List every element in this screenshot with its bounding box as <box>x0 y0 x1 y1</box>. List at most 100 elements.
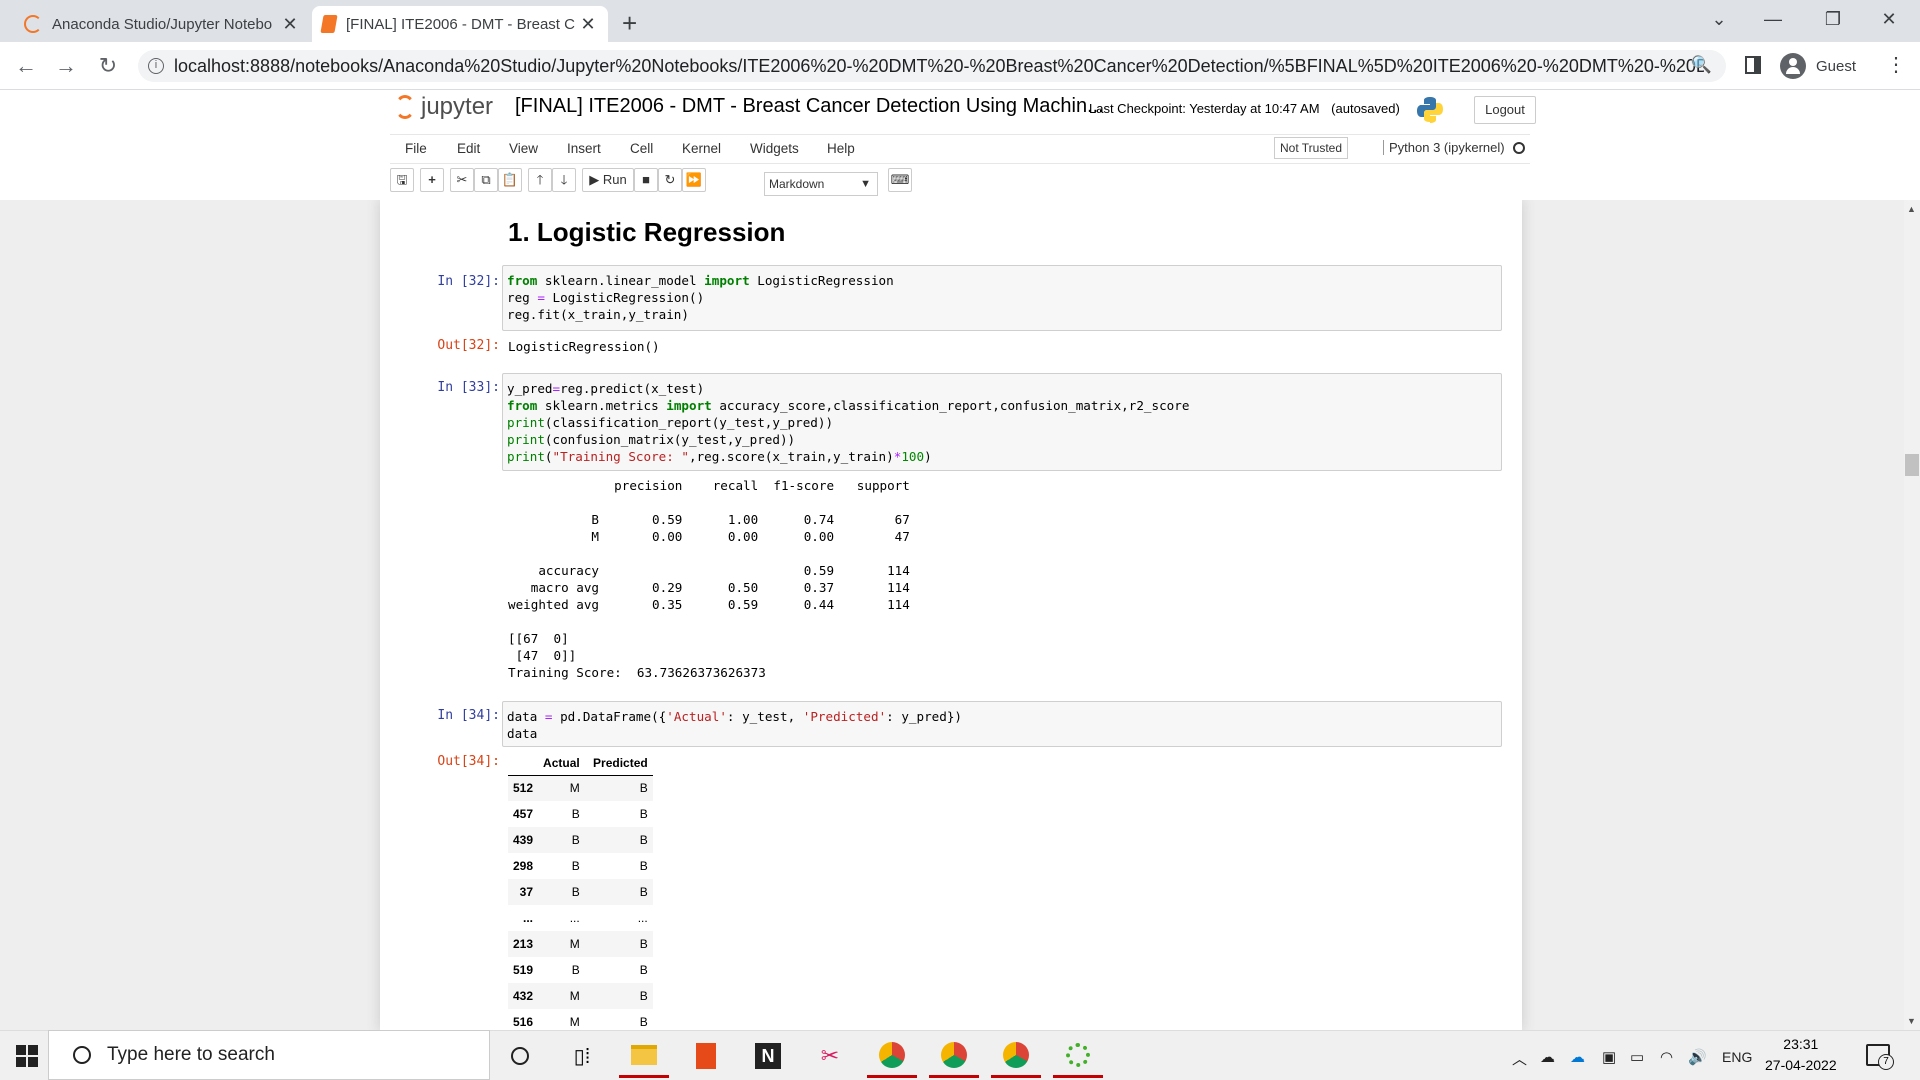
column-header <box>508 751 539 776</box>
section-heading[interactable]: 1. Logistic Regression <box>508 217 785 248</box>
menu-help[interactable]: Help <box>827 141 855 156</box>
stop-icon[interactable]: ■ <box>634 168 658 192</box>
jupyter-logo-text: jupyter <box>421 93 494 120</box>
menu-widgets[interactable]: Widgets <box>750 141 799 156</box>
close-icon[interactable]: ✕ <box>578 14 598 35</box>
scrollbar-thumb[interactable] <box>1905 454 1919 476</box>
menu-kernel[interactable]: Kernel <box>682 141 721 156</box>
profile-label: Guest <box>1816 57 1857 75</box>
address-bar[interactable]: i localhost:8888/notebooks/Anaconda%20St… <box>138 50 1726 82</box>
code-cell-33[interactable]: y_pred=reg.predict(x_test) from sklearn.… <box>502 373 1502 471</box>
jupyter-logo[interactable]: jupyter <box>395 93 493 121</box>
menu-view[interactable]: View <box>509 141 538 156</box>
task-view-icon[interactable]: ▯⁞ <box>557 1034 607 1078</box>
taskbar-search-box[interactable]: Type here to search <box>48 1030 490 1080</box>
move-up-icon[interactable]: 🡑 <box>528 168 552 192</box>
row-index: 432 <box>513 989 534 1003</box>
file-explorer-icon[interactable] <box>619 1034 669 1078</box>
run-button[interactable]: ▶ Run <box>582 168 634 192</box>
clock-date: 27-04-2022 <box>1765 1057 1837 1073</box>
autosave-status: (autosaved) <box>1331 101 1400 116</box>
cut-icon[interactable]: ✂ <box>450 168 474 192</box>
new-tab-button[interactable]: + <box>622 8 637 39</box>
language-indicator[interactable]: ENG <box>1722 1049 1752 1065</box>
move-down-icon[interactable]: 🡓 <box>552 168 576 192</box>
office-icon[interactable] <box>681 1034 731 1078</box>
cell-33-output: precision recall f1-score support B 0.59… <box>508 478 910 680</box>
back-arrow-icon[interactable]: ← <box>10 52 42 80</box>
anaconda-icon <box>24 15 42 33</box>
zoom-search-icon[interactable]: 🔍 <box>1691 55 1712 75</box>
kebab-menu-icon[interactable]: ⋮ <box>1886 52 1906 77</box>
tab-anaconda-studio[interactable]: Anaconda Studio/Jupyter Notebo ✕ <box>14 6 310 42</box>
menu-cell[interactable]: Cell <box>630 141 653 156</box>
snipping-tool-icon[interactable]: ✂ <box>805 1034 855 1078</box>
tab-notebook[interactable]: [FINAL] ITE2006 - DMT - Breast C ✕ <box>312 6 608 42</box>
url-text[interactable]: localhost:8888/notebooks/Anaconda%20Stud… <box>174 56 1704 77</box>
close-window-button[interactable]: ✕ <box>1866 4 1912 34</box>
column-header: Predicted <box>584 751 653 776</box>
table-row: 519 B B <box>508 957 653 983</box>
notebook-site: 1. Logistic Regression In [32]: from skl… <box>0 200 1904 1030</box>
notebook-title[interactable]: [FINAL] ITE2006 - DMT - Breast Cancer De… <box>515 95 1104 118</box>
menu-insert[interactable]: Insert <box>567 141 601 156</box>
clock[interactable]: 23:31 27-04-2022 <box>1765 1034 1837 1076</box>
scroll-up-icon[interactable]: ▲ <box>1907 204 1916 214</box>
cell-32-output: LogisticRegression() <box>508 339 660 354</box>
tab-search-chevron-icon[interactable]: ⌄ <box>1696 4 1742 34</box>
add-cell-icon[interactable]: + <box>420 168 444 192</box>
scroll-down-icon[interactable]: ▼ <box>1907 1016 1916 1026</box>
onedrive-icon[interactable]: ☁ <box>1540 1048 1555 1066</box>
trust-button[interactable]: Not Trusted <box>1274 137 1348 159</box>
anaconda-navigator-icon[interactable] <box>1053 1034 1103 1078</box>
in-prompt: In [33]: <box>437 380 500 395</box>
side-panel-icon[interactable] <box>1745 56 1761 74</box>
table-cell: B <box>639 781 648 796</box>
table-row: 298 B B <box>508 853 653 879</box>
restore-button[interactable]: ❐ <box>1810 4 1856 34</box>
cell-type-select[interactable]: Markdown ▼ <box>764 172 878 196</box>
info-icon[interactable]: i <box>148 58 164 74</box>
restart-icon[interactable]: ↻ <box>658 168 682 192</box>
volume-icon[interactable]: 🔊 <box>1688 1048 1707 1066</box>
chrome-profile-1-icon[interactable] <box>867 1034 917 1078</box>
paste-icon[interactable]: 📋 <box>498 168 522 192</box>
keyboard-icon[interactable]: ⌨ <box>888 168 912 192</box>
table-row: 439 B B <box>508 827 653 853</box>
meet-now-icon[interactable]: ▣ <box>1602 1048 1616 1066</box>
menu-file[interactable]: File <box>405 141 427 156</box>
notion-icon[interactable]: N <box>743 1034 793 1078</box>
row-index: 519 <box>513 963 534 977</box>
save-icon[interactable]: 🖫 <box>390 168 414 192</box>
table-cell: B <box>639 807 648 821</box>
fast-forward-icon[interactable]: ⏩ <box>682 168 706 192</box>
cortana-icon[interactable] <box>495 1034 545 1078</box>
minimize-button[interactable]: — <box>1750 4 1796 34</box>
chrome-icon[interactable] <box>991 1034 1041 1078</box>
notification-center-icon[interactable]: 7 <box>1866 1044 1894 1070</box>
in-prompt: In [32]: <box>437 274 500 289</box>
menu-edit[interactable]: Edit <box>457 141 480 156</box>
show-hidden-icons-chevron-icon[interactable]: ︿ <box>1512 1048 1527 1069</box>
battery-icon[interactable]: ▭ <box>1630 1048 1644 1066</box>
profile-button[interactable]: Guest <box>1780 50 1856 82</box>
copy-icon[interactable]: ⧉ <box>474 168 498 192</box>
close-icon[interactable]: ✕ <box>280 14 300 35</box>
dataframe-table: Actual Predicted 512 M B 457 B B 439 B B 298 B B 37 B… <box>508 751 653 1030</box>
chrome-profile-2-icon[interactable] <box>929 1034 979 1078</box>
table-body: 512 M B 457 B B 439 B B 298 B B 37 B B......... 213 M B 51… <box>508 775 653 1030</box>
windows-start-icon[interactable] <box>16 1045 38 1067</box>
logout-button[interactable]: Logout <box>1474 96 1536 124</box>
notebook-icon <box>320 15 338 33</box>
forward-arrow-icon[interactable]: → <box>50 52 82 80</box>
reload-icon[interactable]: ↻ <box>92 52 124 80</box>
row-index: 457 <box>513 807 534 821</box>
code-cell-32[interactable]: from sklearn.linear_model import Logisti… <box>502 265 1502 331</box>
wifi-icon[interactable]: ◠ <box>1660 1048 1673 1066</box>
vertical-scrollbar[interactable]: ▲ ▼ <box>1904 200 1920 1030</box>
onedrive-business-icon[interactable]: ☁ <box>1570 1048 1585 1066</box>
table-row: 432 M B <box>508 983 653 1009</box>
kernel-name[interactable]: Python 3 (ipykernel) <box>1383 140 1505 155</box>
code-cell-34[interactable]: data = pd.DataFrame({'Actual': y_test, '… <box>502 701 1502 747</box>
table-row: 457 B B <box>508 801 653 827</box>
